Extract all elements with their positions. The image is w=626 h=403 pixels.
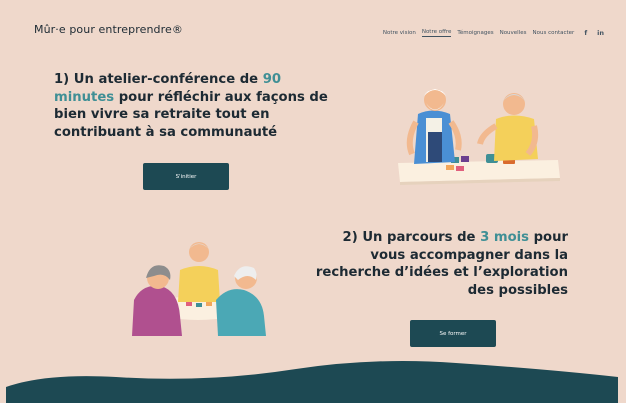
nav-notre-vision[interactable]: Notre vision xyxy=(383,30,416,36)
footer-wave xyxy=(6,361,618,403)
section2-title-highlight: 3 mois xyxy=(480,230,530,245)
site-logo[interactable]: Mûr·e pour entreprendre® xyxy=(34,23,183,36)
section1-title-part1: 1) Un atelier-conférence de xyxy=(54,72,263,87)
group-of-seniors-illustration xyxy=(132,242,266,336)
nav-notre-offre[interactable]: Notre offre xyxy=(421,29,452,37)
two-seniors-at-table-illustration xyxy=(398,89,560,185)
nav-nouvelles[interactable]: Nouvelles xyxy=(500,30,527,36)
page: Mûr·e pour entreprendre® Notre vision No… xyxy=(6,6,618,403)
nav-nous-contacter[interactable]: Nous contacter xyxy=(533,30,575,36)
main-nav: Notre vision Notre offre Témoignages Nou… xyxy=(383,29,604,37)
nav-temoignages[interactable]: Témoignages xyxy=(457,30,493,36)
sinitier-button[interactable]: S'initier xyxy=(143,163,229,190)
facebook-icon[interactable]: f xyxy=(584,29,587,37)
section1-title: 1) Un atelier-conférence de 90 minutes p… xyxy=(54,71,334,141)
section2-title-part1: 2) Un parcours de xyxy=(342,230,481,245)
section2-title: 2) Un parcours de 3 mois pour vous accom… xyxy=(306,229,568,299)
linkedin-icon[interactable]: in xyxy=(597,29,604,37)
se-former-button[interactable]: Se former xyxy=(410,320,496,347)
